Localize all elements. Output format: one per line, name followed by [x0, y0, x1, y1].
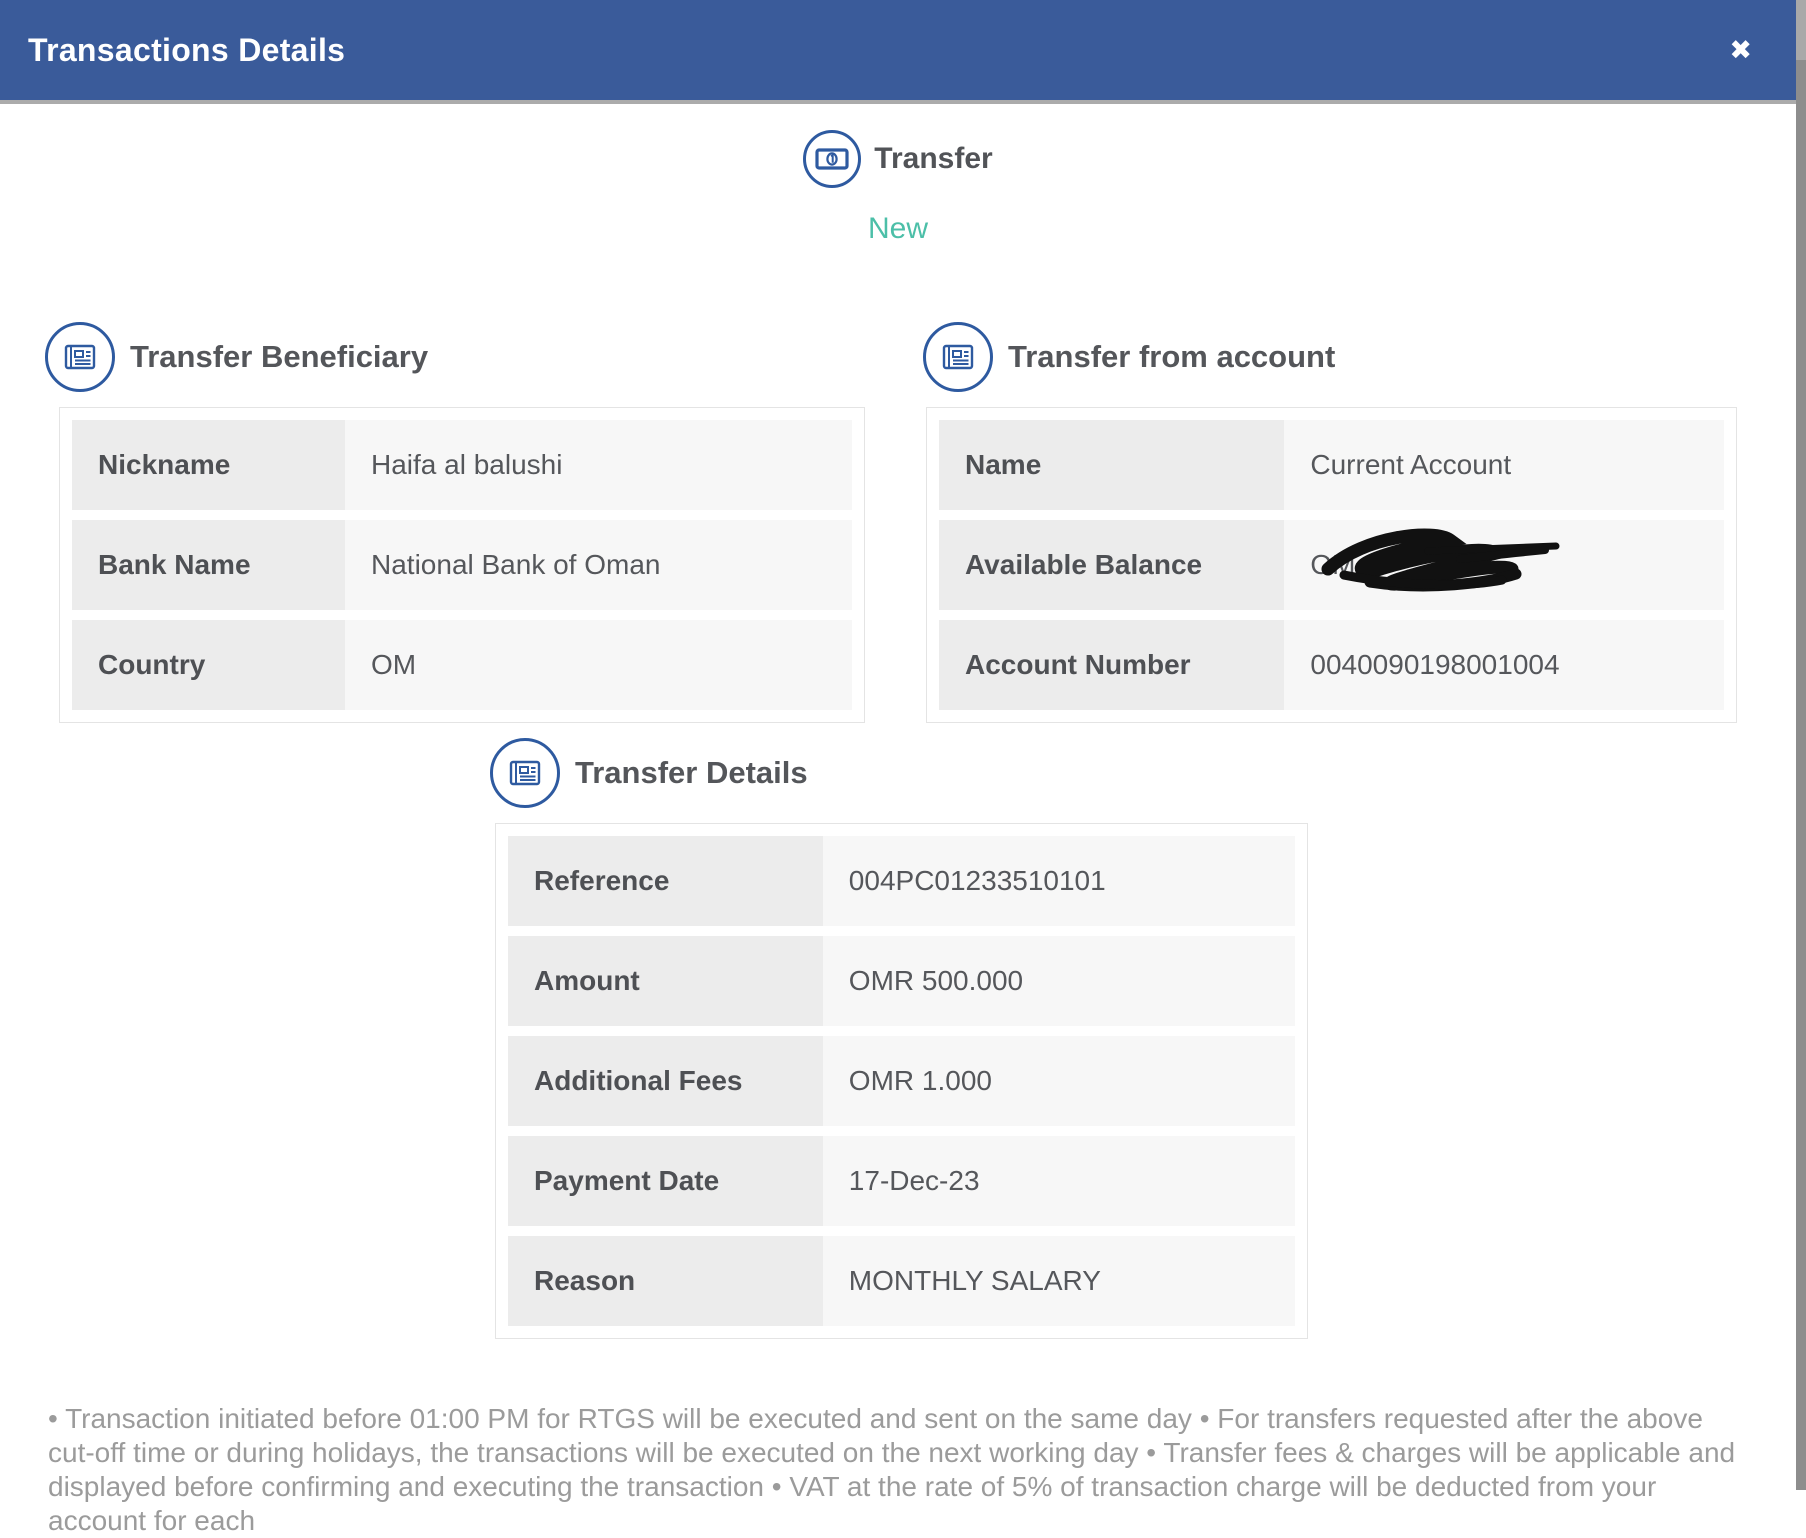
row-value: MONTHLY SALARY	[823, 1236, 1295, 1326]
row-value: National Bank of Oman	[345, 520, 852, 610]
header-divider	[0, 100, 1796, 104]
row-value: 17-Dec-23	[823, 1136, 1295, 1226]
table-row: Available Balance OM	[939, 520, 1724, 610]
row-label: Name	[939, 420, 1284, 510]
row-label: Payment Date	[508, 1136, 823, 1226]
row-label: Bank Name	[72, 520, 345, 610]
table-row: Nickname Haifa al balushi	[72, 420, 852, 510]
beneficiary-table: Nickname Haifa al balushi Bank Name Nati…	[59, 407, 865, 723]
newspaper-icon	[923, 322, 993, 392]
section-title: Transfer Beneficiary	[130, 339, 428, 375]
section-title: Transfer Details	[575, 755, 808, 791]
status-badge: New	[0, 212, 1796, 246]
row-value: OMR 500.000	[823, 936, 1295, 1026]
transfer-type-label: Transfer	[874, 142, 992, 176]
table-row: Name Current Account	[939, 420, 1724, 510]
row-label: Reference	[508, 836, 823, 926]
row-value: OM	[345, 620, 852, 710]
row-label: Country	[72, 620, 345, 710]
row-label: Reason	[508, 1236, 823, 1326]
footer-notes: • Transaction initiated before 01:00 PM …	[48, 1402, 1754, 1538]
table-row: Country OM	[72, 620, 852, 710]
close-icon[interactable]: ✖	[1729, 37, 1752, 64]
modal-header: Transactions Details ✖	[0, 0, 1796, 100]
section-heading-from-account: Transfer from account	[923, 322, 1335, 392]
page-title: Transactions Details	[28, 32, 345, 69]
transfer-details-table: Reference 004PC01233510101 Amount OMR 50…	[495, 823, 1308, 1339]
row-value: Current Account	[1284, 420, 1724, 510]
transfer-type-badge: Transfer	[0, 130, 1796, 188]
newspaper-icon	[490, 738, 560, 808]
row-label: Amount	[508, 936, 823, 1026]
row-value: OM	[1284, 520, 1724, 610]
from-account-table: Name Current Account Available Balance O…	[926, 407, 1737, 723]
row-value: 0040090198001004	[1284, 620, 1724, 710]
row-value: 004PC01233510101	[823, 836, 1295, 926]
section-title: Transfer from account	[1008, 339, 1335, 375]
section-heading-details: Transfer Details	[490, 738, 808, 808]
table-row: Bank Name National Bank of Oman	[72, 520, 852, 610]
row-label: Additional Fees	[508, 1036, 823, 1126]
row-label: Available Balance	[939, 520, 1284, 610]
page-backdrop	[1796, 0, 1806, 1490]
newspaper-icon	[45, 322, 115, 392]
balance-currency: OM	[1310, 549, 1355, 581]
table-row: Reference 004PC01233510101	[508, 836, 1295, 926]
table-row: Account Number 0040090198001004	[939, 620, 1724, 710]
section-heading-beneficiary: Transfer Beneficiary	[45, 322, 428, 392]
transactions-details-modal: { "header": { "title": "Transactions Det…	[0, 0, 1806, 1490]
row-label: Account Number	[939, 620, 1284, 710]
table-row: Payment Date 17-Dec-23	[508, 1136, 1295, 1226]
row-label: Nickname	[72, 420, 345, 510]
table-row: Reason MONTHLY SALARY	[508, 1236, 1295, 1326]
banknote-icon	[803, 130, 861, 188]
row-value: OMR 1.000	[823, 1036, 1295, 1126]
row-value: Haifa al balushi	[345, 420, 852, 510]
table-row: Additional Fees OMR 1.000	[508, 1036, 1295, 1126]
table-row: Amount OMR 500.000	[508, 936, 1295, 1026]
